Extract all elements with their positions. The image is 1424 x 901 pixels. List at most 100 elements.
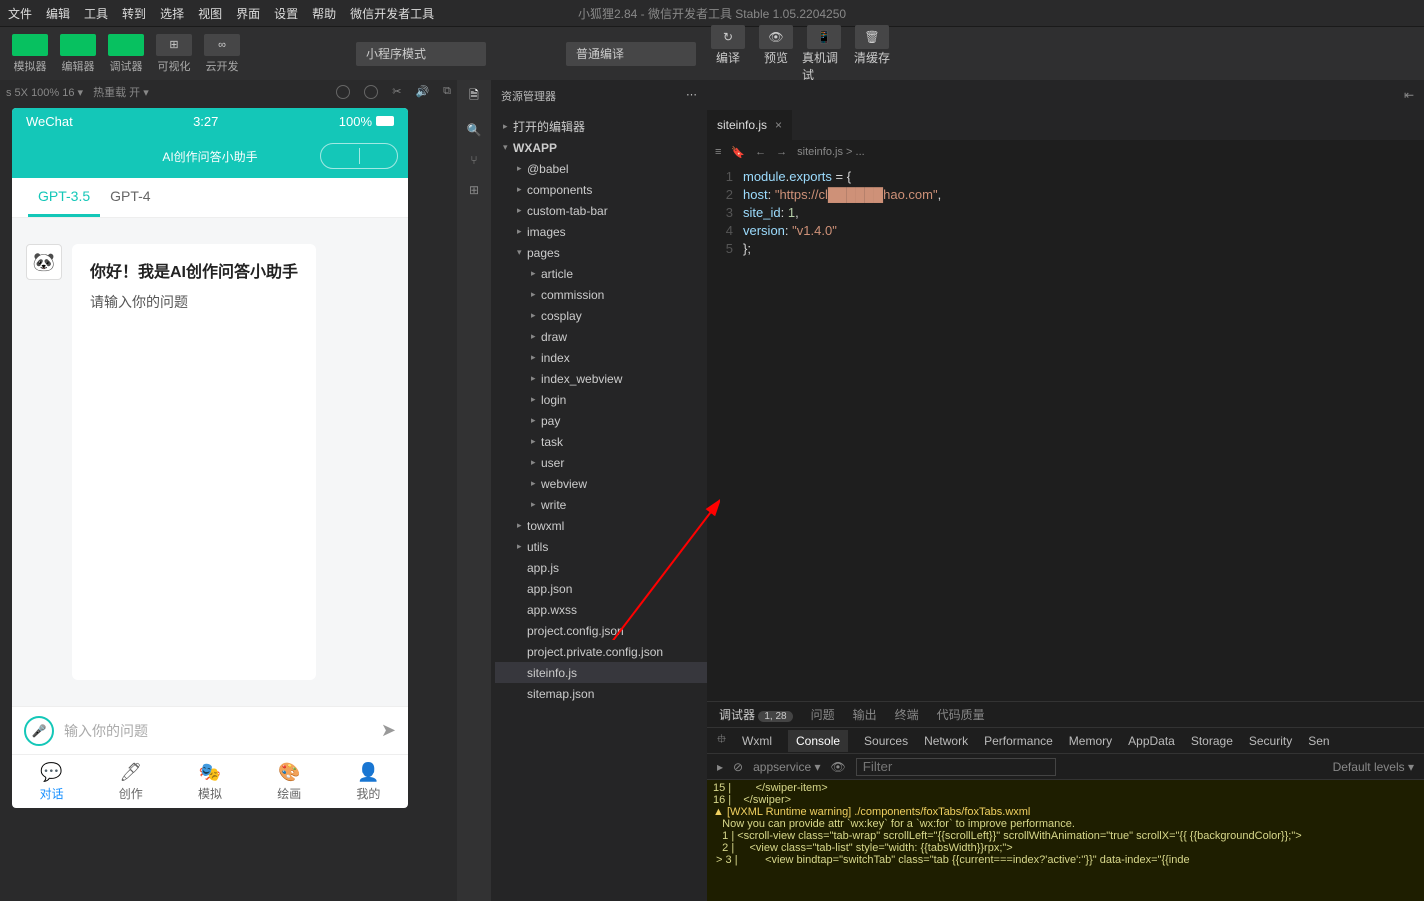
simulator-button[interactable]: 模拟器 [8,32,52,76]
tab-roleplay[interactable]: 🎭模拟 [170,755,249,808]
menu-settings[interactable]: 设置 [274,5,298,22]
service-dropdown[interactable]: appservice ▾ [753,760,820,774]
menu-ui[interactable]: 界面 [236,5,260,22]
chat-input[interactable]: 输入你的问题 [64,721,371,741]
devtab-performance[interactable]: Performance [984,734,1053,748]
problems-tab[interactable]: 问题 [811,706,835,723]
tree-item[interactable]: siteinfo.js [495,662,707,683]
search-tab-icon[interactable]: 🔍 [467,123,482,137]
volume-icon[interactable]: 🔊 [415,85,429,99]
output-tab[interactable]: 输出 [853,706,877,723]
tab-me[interactable]: 👤我的 [329,755,408,808]
eye-icon[interactable]: 👁 [830,760,845,774]
tree-item[interactable]: app.json [495,578,707,599]
explorer-tab-icon[interactable]: 🗎 [469,86,479,107]
play-icon[interactable]: ▸ [717,760,723,774]
tree-item[interactable]: ▸towxml [495,515,707,536]
branch-tab-icon[interactable]: ⑂ [470,153,477,167]
menu-help[interactable]: 帮助 [312,5,336,22]
debugger-tab[interactable]: 调试器 1, 28 [719,706,793,723]
capsule-button[interactable] [320,143,398,169]
mode-dropdown[interactable]: 小程序模式 [356,42,486,66]
bookmark-icon[interactable]: 🔖 [731,146,745,159]
tab-chat[interactable]: 💬对话 [12,755,91,808]
devtab-wxml[interactable]: Wxml [742,734,772,748]
compare-icon[interactable]: ≡ [715,146,721,159]
tree-item[interactable]: ▸pay [495,410,707,431]
menu-select[interactable]: 选择 [160,5,184,22]
tree-item[interactable]: ▸task [495,431,707,452]
tree-item[interactable]: sitemap.json [495,683,707,704]
mic-button[interactable]: 🎤 [24,716,54,746]
tree-item[interactable]: ▸article [495,263,707,284]
tree-item[interactable]: ▸user [495,452,707,473]
devtab-memory[interactable]: Memory [1069,734,1112,748]
record-icon[interactable] [364,85,378,99]
devtab-appdata[interactable]: AppData [1128,734,1175,748]
tab-gpt4[interactable]: GPT-4 [100,178,160,217]
send-button[interactable]: ➤ [381,720,396,741]
editor-tab-siteinfo[interactable]: siteinfo.js× [707,110,792,140]
tree-item[interactable]: ▸draw [495,326,707,347]
device-dropdown[interactable]: s 5X 100% 16 ▾ [6,86,83,99]
devtab-storage[interactable]: Storage [1191,734,1233,748]
tree-item[interactable]: ▸@babel [495,158,707,179]
tree-item[interactable]: project.config.json [495,620,707,641]
tree-item[interactable]: project.private.config.json [495,641,707,662]
tree-item[interactable]: ▸login [495,389,707,410]
block-icon[interactable]: ⊘ [733,760,743,774]
tree-item[interactable]: app.js [495,557,707,578]
window-icon[interactable]: ⧉ [443,85,451,99]
hot-reload-dropdown[interactable]: 热重载 开 ▾ [93,84,149,100]
tree-item[interactable]: ▸index [495,347,707,368]
devtab-security[interactable]: Security [1249,734,1292,748]
cloud-button[interactable]: ∞云开发 [200,32,244,76]
back-icon[interactable]: ← [755,146,766,159]
remote-debug-action[interactable]: 📱 [807,25,841,49]
visual-button[interactable]: ⊞可视化 [152,32,196,76]
devtab-sources[interactable]: Sources [864,734,908,748]
home-icon[interactable] [336,85,350,99]
tree-item[interactable]: ▸webview [495,473,707,494]
tree-item[interactable]: ▸write [495,494,707,515]
tree-item[interactable]: ▸index_webview [495,368,707,389]
terminal-tab[interactable]: 终端 [895,706,919,723]
more-icon[interactable]: ⋯ [686,88,697,104]
debugger-button[interactable]: 调试器 [104,32,148,76]
cut-icon[interactable]: ✂ [392,85,401,99]
tree-item[interactable]: ▸images [495,221,707,242]
tree-item[interactable]: app.wxss [495,599,707,620]
forward-icon[interactable]: → [776,146,787,159]
menu-wechat-devtools[interactable]: 微信开发者工具 [350,5,434,22]
tree-item[interactable]: ▸cosplay [495,305,707,326]
quality-tab[interactable]: 代码质量 [937,706,985,723]
menu-tool[interactable]: 工具 [84,5,108,22]
tree-item[interactable]: ▸custom-tab-bar [495,200,707,221]
tree-item[interactable]: ▸commission [495,284,707,305]
extensions-tab-icon[interactable]: ⊞ [469,183,479,197]
code-editor[interactable]: 1module.exports = {2 host: "https://cl██… [707,164,1424,701]
menu-goto[interactable]: 转到 [122,5,146,22]
compile-dropdown[interactable]: 普通编译 [566,42,696,66]
breadcrumb[interactable]: siteinfo.js > ... [797,146,865,158]
tab-gpt35[interactable]: GPT-3.5 [28,178,100,217]
open-editors-section[interactable]: ▸打开的编辑器 [495,116,707,137]
project-root[interactable]: ▾WXAPP [495,137,707,158]
inspect-icon[interactable]: ⯐ [717,730,726,751]
collapse-icon[interactable]: ⇤ [1404,88,1414,102]
tab-draw[interactable]: 🎨绘画 [250,755,329,808]
devtab-console[interactable]: Console [788,730,848,752]
clear-cache-action[interactable]: 🗑 [855,25,889,49]
menu-file[interactable]: 文件 [8,5,32,22]
devtab-network[interactable]: Network [924,734,968,748]
editor-button[interactable]: 编辑器 [56,32,100,76]
close-tab-icon[interactable]: × [775,118,782,132]
preview-action[interactable]: 👁 [759,25,793,49]
filter-input[interactable] [856,758,1056,776]
compile-action[interactable]: ↻ [711,25,745,49]
devtab-sen[interactable]: Sen [1308,734,1329,748]
tree-item[interactable]: ▾pages [495,242,707,263]
console-output[interactable]: 15 | </swiper-item>16 | </swiper>▲ [WXML… [707,780,1424,901]
tree-item[interactable]: ▸components [495,179,707,200]
menu-view[interactable]: 视图 [198,5,222,22]
